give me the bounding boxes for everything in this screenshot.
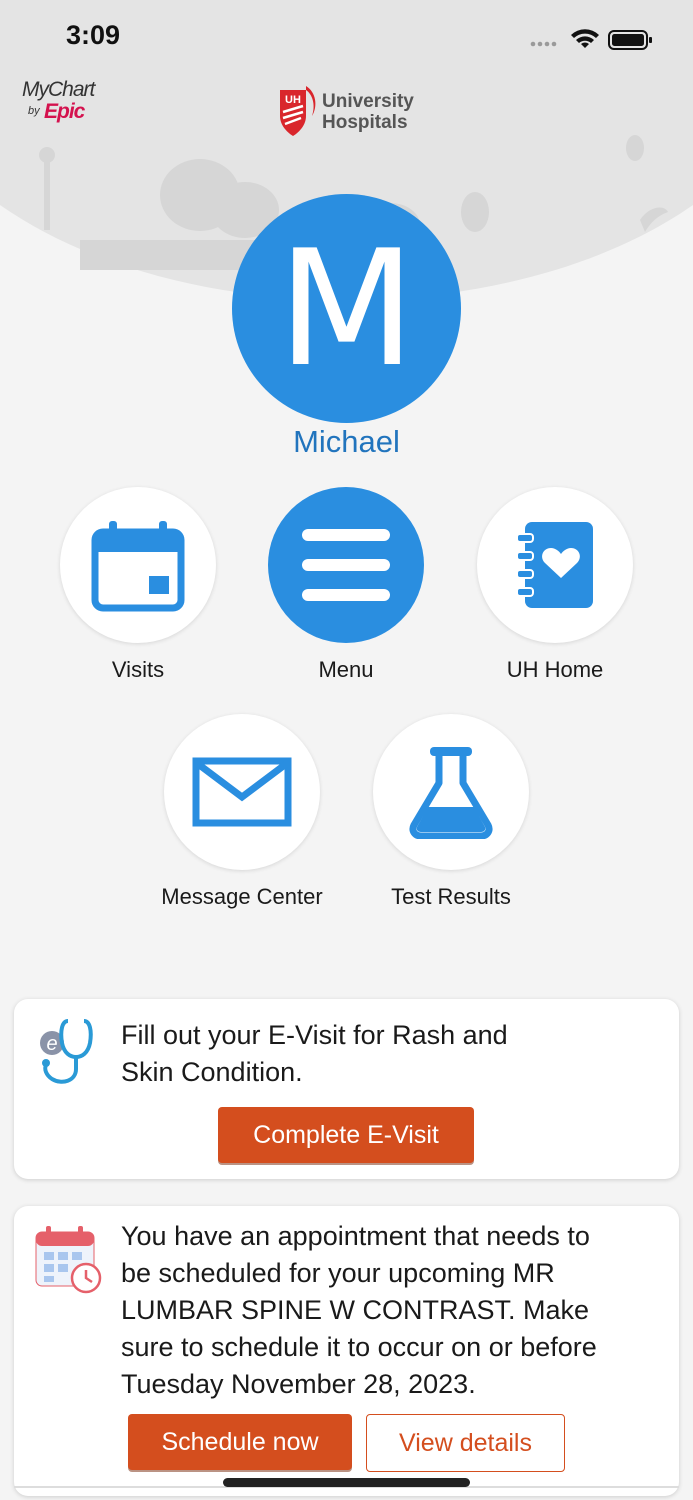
status-time: 3:09 xyxy=(66,20,121,50)
wifi-icon xyxy=(571,29,599,48)
uh-name-line2: Hospitals xyxy=(322,112,408,133)
appointment-line1: You have an appointment that needs to xyxy=(121,1221,590,1251)
uh-home-circle[interactable] xyxy=(477,487,633,643)
stethoscope-e-icon: e xyxy=(40,1019,93,1084)
envelope-icon xyxy=(192,757,292,827)
mychart-wordmark: MyChart xyxy=(22,78,95,101)
evisit-card: e Fill out your E-Visit for Rash and Ski… xyxy=(14,999,679,1179)
home-indicator[interactable] xyxy=(223,1478,470,1487)
university-hospitals-logo: UH University Hospitals xyxy=(276,76,426,140)
appointment-line2: be scheduled for your upcoming MR xyxy=(121,1258,555,1288)
epic-wordmark: Epic xyxy=(44,100,85,123)
uh-name: University Hospitals xyxy=(322,91,414,133)
hamburger-menu-icon xyxy=(302,529,390,601)
mychart-by-text: by xyxy=(28,105,40,117)
shortcut-visits[interactable]: Visits xyxy=(38,487,238,683)
complete-evisit-button[interactable]: Complete E-Visit xyxy=(218,1107,474,1163)
user-name: Michael xyxy=(293,424,400,459)
view-details-button[interactable]: View details xyxy=(366,1414,565,1472)
mychart-by-epic-logo: MyChart by Epic xyxy=(22,78,112,128)
appointment-card: You have an appointment that needs to be… xyxy=(14,1206,679,1496)
shortcut-menu[interactable]: Menu xyxy=(246,487,446,683)
heart-notebook-icon xyxy=(516,522,593,608)
status-icons xyxy=(530,29,652,50)
menu-circle[interactable] xyxy=(268,487,424,643)
schedule-now-button[interactable]: Schedule now xyxy=(128,1414,352,1470)
visits-circle[interactable] xyxy=(60,487,216,643)
signal-icon xyxy=(530,41,557,47)
shortcut-label-message-center: Message Center xyxy=(161,884,323,909)
svg-text:e: e xyxy=(46,1033,57,1055)
uh-name-line1: University xyxy=(322,91,414,112)
lab-flask-icon xyxy=(409,747,493,839)
uh-shield-icon: UH xyxy=(280,86,316,136)
appointment-line5: Tuesday November 28, 2023. xyxy=(121,1369,476,1399)
calendar-clock-icon xyxy=(35,1226,102,1294)
appointment-line4: sure to schedule it to occur on or befor… xyxy=(121,1332,597,1362)
appointment-text: You have an appointment that needs to be… xyxy=(121,1218,597,1403)
shortcut-label-uh-home: UH Home xyxy=(506,657,604,682)
status-bar: 3:09 xyxy=(0,0,693,76)
evisit-line2: Skin Condition. xyxy=(121,1057,303,1087)
shortcut-label-visits: Visits xyxy=(111,657,165,682)
shortcut-label-test-results: Test Results xyxy=(391,884,511,909)
test-results-circle[interactable] xyxy=(373,714,529,870)
appointment-line3: LUMBAR SPINE W CONTRAST. Make xyxy=(121,1295,590,1325)
battery-icon xyxy=(608,30,652,50)
shortcut-label-menu: Menu xyxy=(318,657,374,682)
calendar-icon xyxy=(91,521,185,612)
uh-badge-text: UH xyxy=(285,94,301,106)
evisit-text: Fill out your E-Visit for Rash and Skin … xyxy=(121,1017,508,1091)
shortcut-message-center[interactable]: Message Center xyxy=(142,714,342,910)
shortcut-test-results[interactable]: Test Results xyxy=(351,714,551,910)
evisit-line1: Fill out your E-Visit for Rash and xyxy=(121,1020,508,1050)
avatar[interactable]: M xyxy=(232,194,461,423)
shortcut-uh-home[interactable]: UH Home xyxy=(455,487,655,683)
message-center-circle[interactable] xyxy=(164,714,320,870)
avatar-initial: M xyxy=(277,214,416,402)
